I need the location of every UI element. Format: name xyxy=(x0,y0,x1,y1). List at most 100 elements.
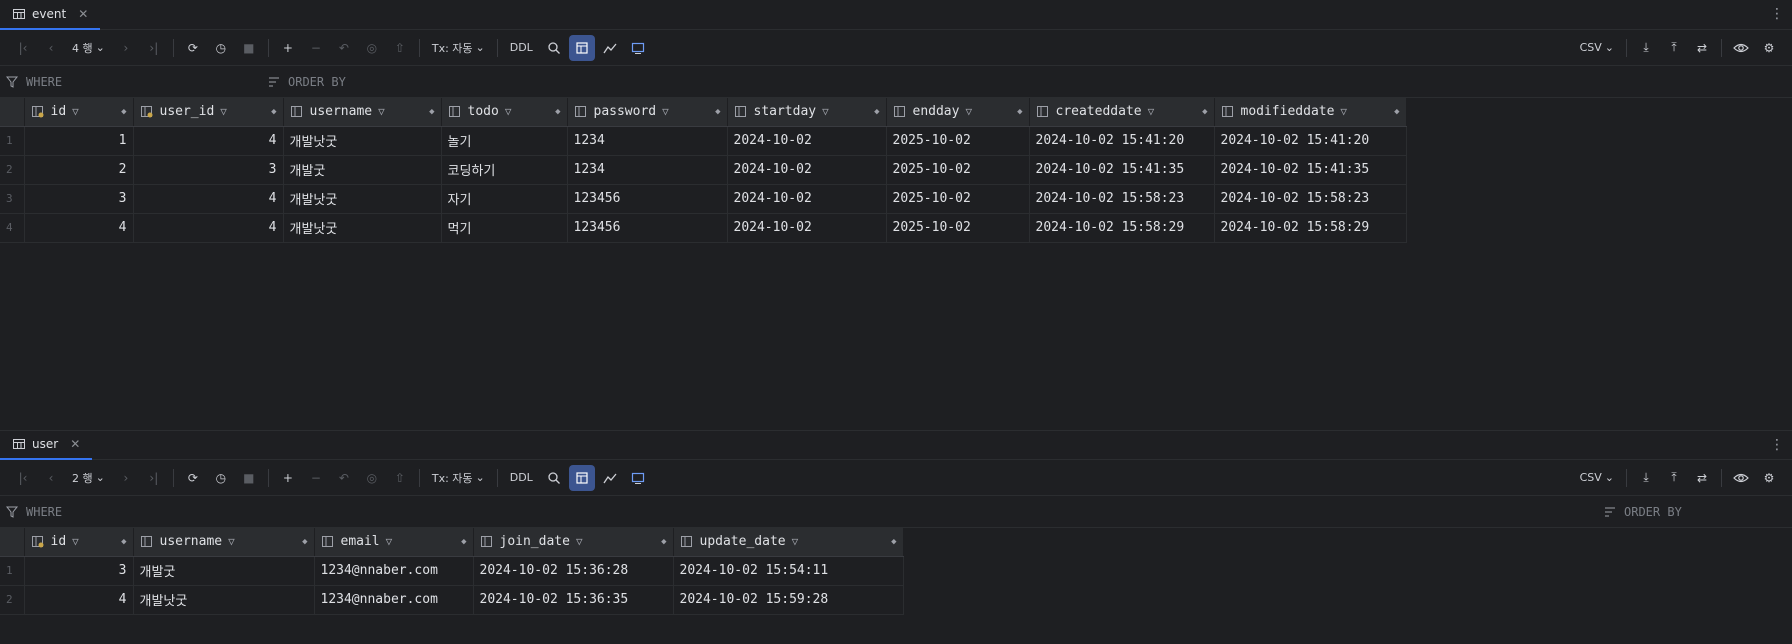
refresh-icon[interactable]: ⟳ xyxy=(180,35,206,61)
history-icon[interactable]: ◷ xyxy=(208,465,234,491)
cell-createddate[interactable]: 2024-10-02 15:41:35 xyxy=(1029,155,1215,185)
presentation-icon[interactable] xyxy=(625,465,651,491)
cell-modifieddate[interactable]: 2024-10-02 15:41:35 xyxy=(1214,155,1407,185)
tab-event[interactable]: event ✕ xyxy=(0,0,101,30)
export-format-dropdown[interactable]: CSV ⌄ xyxy=(1574,35,1620,61)
column-filter-icon[interactable]: ▽ xyxy=(72,535,79,548)
delete-row-icon[interactable]: − xyxy=(303,35,329,61)
column-header-join_date[interactable]: join_date ▽ ◆ xyxy=(473,528,674,557)
table-row[interactable]: 4 4 4 개발낫굿 먹기 123456 2024-10-02 2025-10-02 2024-… xyxy=(0,213,1407,243)
first-page-icon[interactable]: |‹ xyxy=(10,35,36,61)
chart-icon[interactable] xyxy=(597,465,623,491)
column-filter-icon[interactable]: ▽ xyxy=(662,105,669,118)
column-filter-icon[interactable]: ▽ xyxy=(220,105,227,118)
cell-id[interactable]: 4 xyxy=(24,585,134,615)
eye-icon[interactable] xyxy=(1728,465,1754,491)
preview-changes-icon[interactable]: ◎ xyxy=(359,465,385,491)
column-header-endday[interactable]: endday ▽ ◆ xyxy=(886,98,1030,127)
history-icon[interactable]: ◷ xyxy=(208,35,234,61)
where-filter[interactable]: WHERE xyxy=(6,66,62,98)
tab-user[interactable]: user ✕ xyxy=(0,430,93,460)
table-row[interactable]: 2 4 개발낫굿 1234@nnaber.com 2024-10-02 15:36:35… xyxy=(0,585,904,615)
sort-icon[interactable]: ◆ xyxy=(891,537,896,547)
row-number[interactable]: 2 xyxy=(0,585,25,615)
sort-icon[interactable]: ◆ xyxy=(874,107,879,117)
tx-mode-dropdown[interactable]: Tx: 자동 ⌄ xyxy=(426,35,491,61)
delete-row-icon[interactable]: − xyxy=(303,465,329,491)
stop-icon[interactable]: ■ xyxy=(236,35,262,61)
column-filter-icon[interactable]: ▽ xyxy=(505,105,512,118)
value-viewer-icon[interactable] xyxy=(568,34,595,61)
cell-join_date[interactable]: 2024-10-02 15:36:35 xyxy=(473,585,674,615)
table-row[interactable]: 1 1 4 개발낫굿 놀기 1234 2024-10-02 2025-10-02 2024-10… xyxy=(0,126,1407,156)
cell-username[interactable]: 개발굿 xyxy=(283,155,442,185)
column-header-todo[interactable]: todo ▽ ◆ xyxy=(441,98,568,127)
cell-user_id[interactable]: 4 xyxy=(133,126,284,156)
presentation-icon[interactable] xyxy=(625,35,651,61)
gear-icon[interactable]: ⚙ xyxy=(1756,465,1782,491)
order-by-filter[interactable]: ORDER BY xyxy=(1604,496,1682,528)
column-header-startday[interactable]: startday ▽ ◆ xyxy=(727,98,887,127)
column-filter-icon[interactable]: ▽ xyxy=(965,105,972,118)
ddl-button[interactable]: DDL xyxy=(504,35,539,61)
download-icon[interactable]: ⤓ xyxy=(1633,35,1659,61)
column-header-email[interactable]: email ▽ ◆ xyxy=(314,528,474,557)
column-filter-icon[interactable]: ▽ xyxy=(792,535,799,548)
gear-icon[interactable]: ⚙ xyxy=(1756,35,1782,61)
cell-endday[interactable]: 2025-10-02 xyxy=(886,155,1030,185)
cell-createddate[interactable]: 2024-10-02 15:58:23 xyxy=(1029,184,1215,214)
revert-icon[interactable]: ↶ xyxy=(331,35,357,61)
sort-icon[interactable]: ◆ xyxy=(1017,107,1022,117)
row-number[interactable]: 4 xyxy=(0,213,25,243)
sort-icon[interactable]: ◆ xyxy=(715,107,720,117)
column-header-password[interactable]: password ▽ ◆ xyxy=(567,98,728,127)
column-header-id[interactable]: id ▽ ◆ xyxy=(24,98,134,127)
next-page-icon[interactable]: › xyxy=(113,465,139,491)
table-row[interactable]: 2 2 3 개발굿 코딩하기 1234 2024-10-02 2025-10-02 2024-1… xyxy=(0,155,1407,185)
prev-page-icon[interactable]: ‹ xyxy=(38,35,64,61)
cell-email[interactable]: 1234@nnaber.com xyxy=(314,556,474,586)
row-number[interactable]: 1 xyxy=(0,126,25,156)
cell-startday[interactable]: 2024-10-02 xyxy=(727,155,887,185)
table-row[interactable]: 3 3 4 개발낫굿 자기 123456 2024-10-02 2025-10-02 2024-… xyxy=(0,184,1407,214)
more-vertical-icon[interactable]: ⋮ xyxy=(1770,437,1784,453)
tx-mode-dropdown[interactable]: Tx: 자동 ⌄ xyxy=(426,465,491,491)
next-page-icon[interactable]: › xyxy=(113,35,139,61)
refresh-icon[interactable]: ⟳ xyxy=(180,465,206,491)
cell-createddate[interactable]: 2024-10-02 15:41:20 xyxy=(1029,126,1215,156)
more-vertical-icon[interactable]: ⋮ xyxy=(1770,6,1784,22)
prev-page-icon[interactable]: ‹ xyxy=(38,465,64,491)
export-format-dropdown[interactable]: CSV ⌄ xyxy=(1574,465,1620,491)
cell-update_date[interactable]: 2024-10-02 15:54:11 xyxy=(673,556,904,586)
column-filter-icon[interactable]: ▽ xyxy=(822,105,829,118)
download-icon[interactable]: ⤓ xyxy=(1633,465,1659,491)
sort-icon[interactable]: ◆ xyxy=(1394,107,1399,117)
sort-icon[interactable]: ◆ xyxy=(461,537,466,547)
rows-count-dropdown[interactable]: 4 행 ⌄ xyxy=(66,35,111,61)
cell-todo[interactable]: 코딩하기 xyxy=(441,155,568,185)
cell-user_id[interactable]: 3 xyxy=(133,155,284,185)
last-page-icon[interactable]: ›| xyxy=(141,465,167,491)
upload-icon[interactable]: ⤒ xyxy=(1661,35,1687,61)
add-row-icon[interactable]: + xyxy=(275,35,301,61)
cell-username[interactable]: 개발낫굿 xyxy=(283,184,442,214)
cell-id[interactable]: 3 xyxy=(24,184,134,214)
first-page-icon[interactable]: |‹ xyxy=(10,465,36,491)
row-number[interactable]: 1 xyxy=(0,556,25,586)
close-icon[interactable]: ✕ xyxy=(70,437,80,451)
column-header-username[interactable]: username ▽ ◆ xyxy=(133,528,315,557)
cell-password[interactable]: 1234 xyxy=(567,155,728,185)
table-row[interactable]: 1 3 개발굿 1234@nnaber.com 2024-10-02 15:36:28 2… xyxy=(0,556,904,586)
cell-user_id[interactable]: 4 xyxy=(133,184,284,214)
cell-startday[interactable]: 2024-10-02 xyxy=(727,184,887,214)
cell-update_date[interactable]: 2024-10-02 15:59:28 xyxy=(673,585,904,615)
compare-icon[interactable]: ⇄ xyxy=(1689,35,1715,61)
cell-username[interactable]: 개발낫굿 xyxy=(133,585,315,615)
eye-icon[interactable] xyxy=(1728,35,1754,61)
cell-modifieddate[interactable]: 2024-10-02 15:41:20 xyxy=(1214,126,1407,156)
close-icon[interactable]: ✕ xyxy=(78,7,88,21)
sort-icon[interactable]: ◆ xyxy=(121,537,126,547)
cell-username[interactable]: 개발낫굿 xyxy=(283,213,442,243)
cell-email[interactable]: 1234@nnaber.com xyxy=(314,585,474,615)
last-page-icon[interactable]: ›| xyxy=(141,35,167,61)
